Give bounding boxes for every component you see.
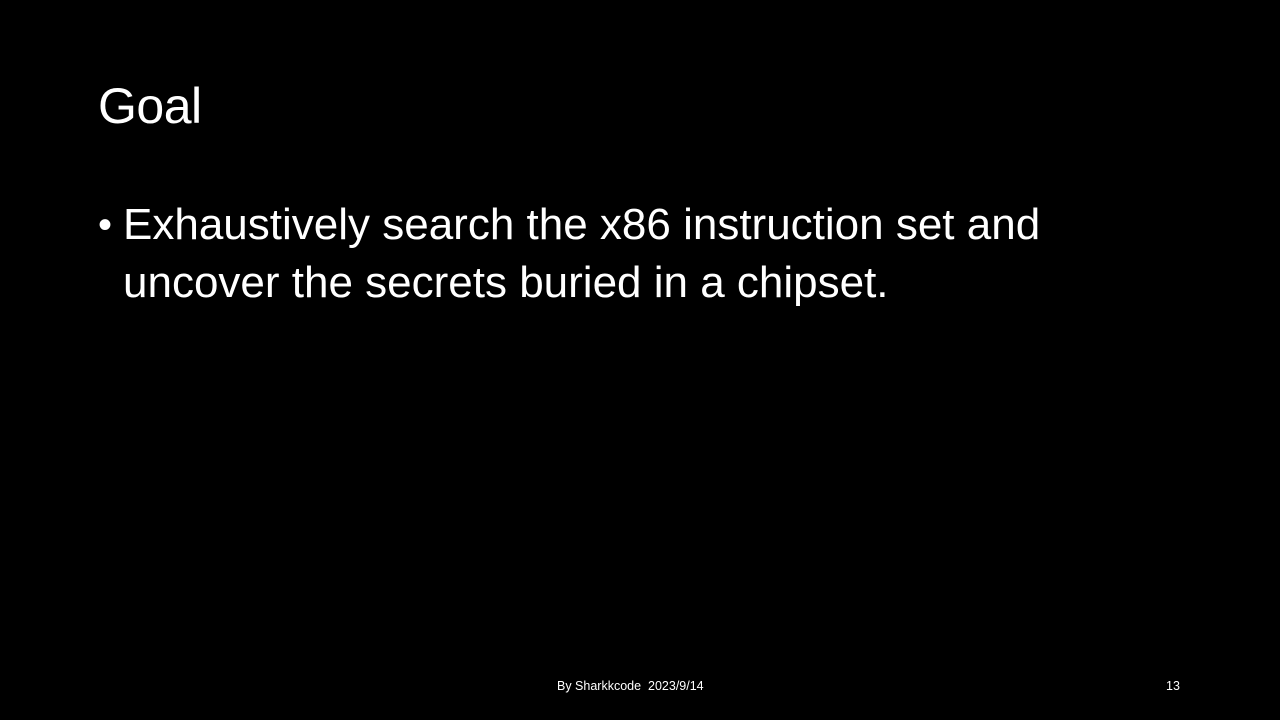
page-number: 13 — [1166, 679, 1180, 693]
slide: Goal • Exhaustively search the x86 instr… — [0, 0, 1280, 720]
bullet-list: • Exhaustively search the x86 instructio… — [98, 196, 1188, 312]
bullet-item: • Exhaustively search the x86 instructio… — [98, 196, 1188, 312]
bullet-text: Exhaustively search the x86 instruction … — [123, 200, 1041, 307]
slide-footer: By Sharkkcode 2023/9/14 — [557, 679, 704, 693]
slide-title: Goal — [98, 78, 202, 134]
bullet-marker: • — [98, 203, 113, 247]
